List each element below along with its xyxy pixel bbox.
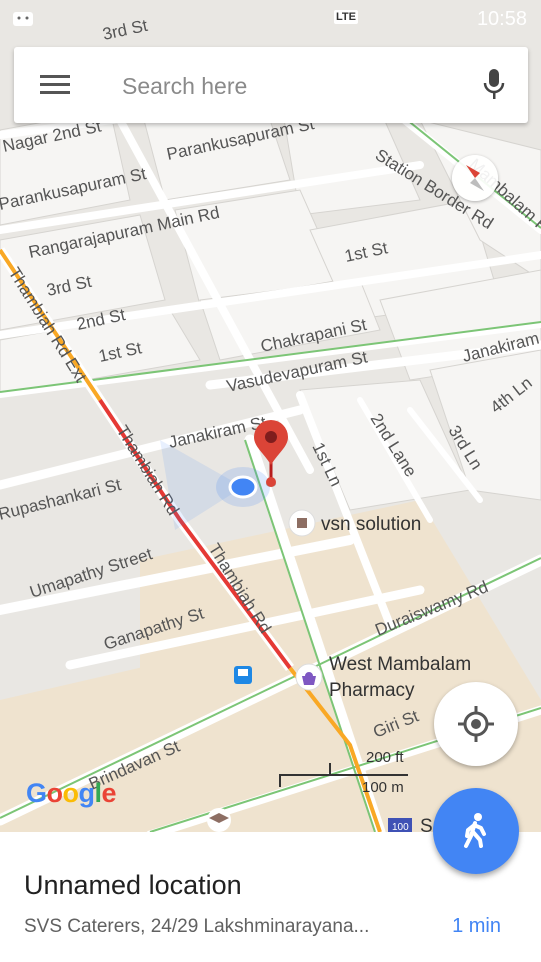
search-bar[interactable]: Search here (14, 47, 528, 123)
compass-button[interactable] (452, 155, 498, 201)
travel-time: 1 min (452, 915, 501, 937)
microphone-icon[interactable] (482, 69, 506, 101)
place-address: SVS Caterers, 24/29 Lakshminarayana... (24, 916, 370, 937)
clock: 10:58 (476, 8, 527, 30)
poi-label: vsn solution (321, 514, 421, 535)
walking-icon (464, 813, 486, 848)
status-bar: LTE 10:58 (0, 0, 541, 38)
poi-label: Pharmacy (329, 680, 415, 701)
poi-label: West Mambalam (329, 654, 471, 675)
poi-vsn-solution[interactable]: vsn solution (288, 509, 421, 537)
hamburger-icon[interactable] (40, 73, 70, 97)
compass-icon (466, 165, 484, 191)
directions-button[interactable] (433, 788, 519, 874)
svg-text:100: 100 (392, 822, 409, 832)
android-icon (13, 12, 33, 26)
lte-badge: LTE (334, 10, 358, 24)
my-location-icon (458, 706, 494, 742)
bus-stop-icon[interactable] (234, 666, 252, 684)
my-location-button[interactable] (434, 682, 518, 766)
map-scale: 200 ft 100 m (278, 749, 410, 799)
place-title: Unnamed location (24, 870, 242, 900)
school-icon (207, 808, 231, 832)
search-input[interactable]: Search here (122, 73, 247, 100)
google-logo: Google (26, 778, 117, 808)
